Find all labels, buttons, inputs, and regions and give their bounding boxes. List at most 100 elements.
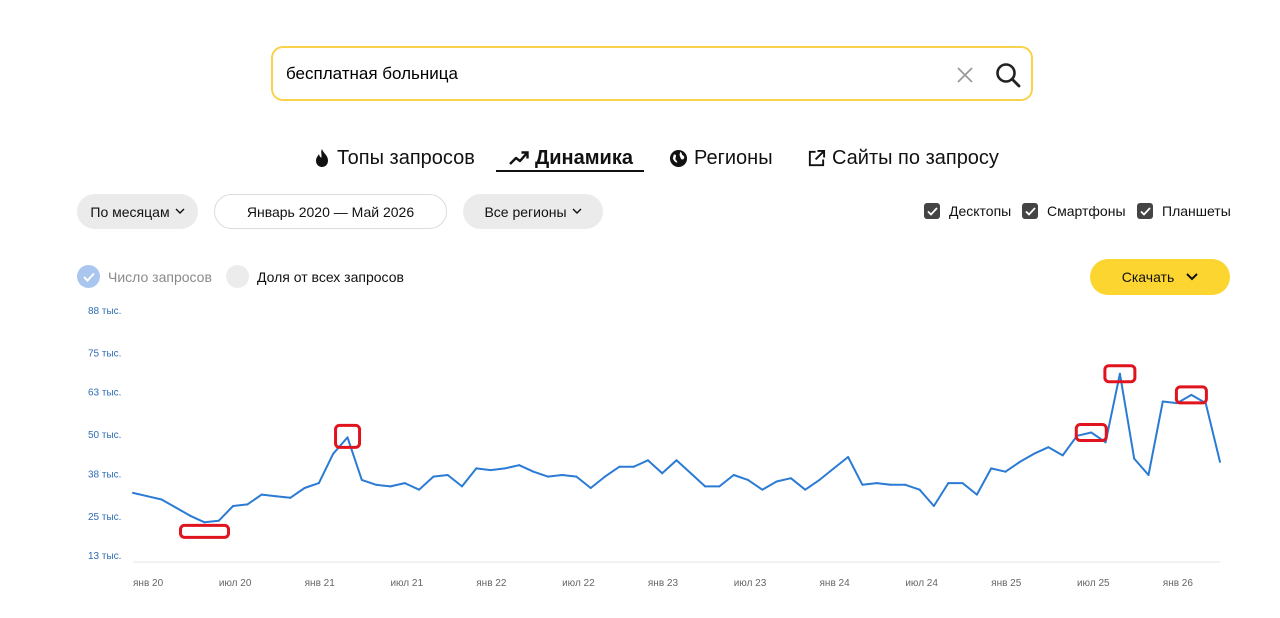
- data-point: [890, 483, 893, 486]
- data-point: [704, 485, 707, 488]
- data-point: [1133, 457, 1136, 460]
- data-point: [132, 491, 134, 494]
- data-point: [189, 514, 192, 517]
- download-label: Скачать: [1121, 269, 1175, 285]
- data-point: [961, 482, 964, 485]
- data-point: [1118, 372, 1121, 375]
- data-point: [1104, 441, 1107, 444]
- data-point: [1047, 446, 1050, 449]
- data-point: [990, 467, 993, 470]
- data-point: [875, 482, 878, 485]
- external-link-icon: [808, 149, 826, 166]
- search-box: [271, 46, 1033, 101]
- data-point: [289, 496, 292, 499]
- data-point: [1161, 400, 1164, 403]
- search-icon[interactable]: [994, 61, 1022, 89]
- data-point: [518, 464, 521, 467]
- data-point: [1018, 460, 1021, 463]
- data-point: [174, 506, 177, 509]
- date-range-picker[interactable]: Январь 2020 — Май 2026: [214, 194, 447, 229]
- data-point: [303, 487, 306, 490]
- data-point: [275, 495, 278, 498]
- x-tick-label: янв 26: [1163, 578, 1194, 589]
- radio-checked-icon: [77, 265, 100, 288]
- data-point: [1061, 454, 1064, 457]
- series-line: [132, 372, 1221, 524]
- data-point: [532, 470, 535, 473]
- data-point: [489, 469, 492, 472]
- x-tick-label: янв 25: [991, 578, 1022, 589]
- data-point: [146, 495, 149, 498]
- desktop-checkbox[interactable]: Десктопы: [924, 203, 1011, 219]
- data-point: [389, 485, 392, 488]
- data-point: [861, 483, 864, 486]
- date-range-label: Январь 2020 — Май 2026: [246, 203, 415, 220]
- search-input[interactable]: [286, 63, 926, 85]
- data-point: [217, 519, 220, 522]
- x-tick-label: янв 24: [820, 578, 851, 589]
- data-point: [317, 482, 320, 485]
- option-label: Число запросов: [108, 268, 212, 285]
- tablet-checkbox[interactable]: Планшеты: [1137, 203, 1231, 219]
- x-tick-label: янв 22: [476, 578, 507, 589]
- data-point: [246, 503, 249, 506]
- series-query-count: [132, 372, 1221, 524]
- period-select[interactable]: По месяцам: [77, 194, 198, 229]
- radio-unchecked-icon: [226, 265, 249, 288]
- x-tick-label: янв 20: [133, 578, 164, 589]
- chevron-down-icon: [175, 208, 185, 214]
- option-share[interactable]: Доля от всех запросов: [226, 265, 404, 288]
- data-point: [203, 521, 206, 524]
- tab-label: Сайты по запросу: [832, 146, 999, 169]
- tab-sites[interactable]: Сайты по запросу: [807, 142, 999, 174]
- download-button[interactable]: Скачать: [1090, 259, 1230, 295]
- data-point: [904, 483, 907, 486]
- tab-label: Динамика: [535, 146, 633, 169]
- x-axis: янв 20 июл 20 янв 21 июл 21 янв 22 июл 22 янв …: [133, 578, 1193, 589]
- data-point: [432, 475, 435, 478]
- data-point: [460, 485, 463, 488]
- chevron-down-icon: [1186, 273, 1198, 281]
- x-tick-label: янв 23: [648, 578, 679, 589]
- data-point: [232, 505, 235, 507]
- data-point: [1219, 460, 1221, 463]
- data-point: [804, 488, 807, 491]
- data-point: [747, 478, 750, 481]
- data-point: [775, 480, 778, 483]
- highlight-marker: [179, 523, 231, 539]
- checkbox-checked-icon: [1022, 203, 1038, 219]
- data-point: [761, 488, 764, 491]
- active-tab-indicator: [496, 170, 644, 172]
- tab-bar: Топы запросов Динамика Регионы Сайты по …: [0, 142, 1280, 176]
- tab-top-queries[interactable]: Топы запросов: [313, 142, 475, 174]
- data-point: [832, 467, 835, 470]
- data-point: [918, 488, 921, 491]
- data-point: [446, 473, 449, 476]
- y-axis: 13 тыс. 25 тыс. 38 тыс. 50 тыс. 63 тыс. 75 ты…: [88, 306, 121, 562]
- region-select[interactable]: Все регионы: [463, 194, 603, 229]
- tab-regions[interactable]: Регионы: [669, 142, 773, 174]
- clear-icon[interactable]: [955, 65, 975, 85]
- data-point: [418, 488, 421, 491]
- data-point: [1090, 431, 1093, 434]
- data-point: [546, 475, 549, 478]
- data-point: [360, 478, 363, 481]
- y-tick-label: 88 тыс.: [88, 306, 121, 317]
- data-point: [618, 465, 621, 468]
- data-point: [160, 498, 163, 501]
- option-query-count[interactable]: Число запросов: [77, 265, 212, 288]
- x-tick-label: янв 21: [305, 578, 336, 589]
- period-label: По месяцам: [90, 203, 170, 220]
- data-point: [689, 472, 692, 475]
- data-point: [947, 482, 950, 485]
- y-tick-label: 38 тыс.: [88, 469, 121, 480]
- tab-label: Топы запросов: [337, 146, 475, 169]
- data-point: [589, 487, 592, 490]
- x-tick-label: июл 22: [562, 578, 595, 589]
- query-dynamics-chart: 13 тыс. 25 тыс. 38 тыс. 50 тыс. 63 тыс. 75 ты…: [88, 306, 1221, 589]
- y-tick-label: 63 тыс.: [88, 388, 121, 399]
- smartphone-checkbox[interactable]: Смартфоны: [1022, 203, 1126, 219]
- data-point: [975, 493, 978, 496]
- chevron-down-icon: [572, 208, 582, 214]
- x-tick-label: июл 25: [1077, 578, 1110, 589]
